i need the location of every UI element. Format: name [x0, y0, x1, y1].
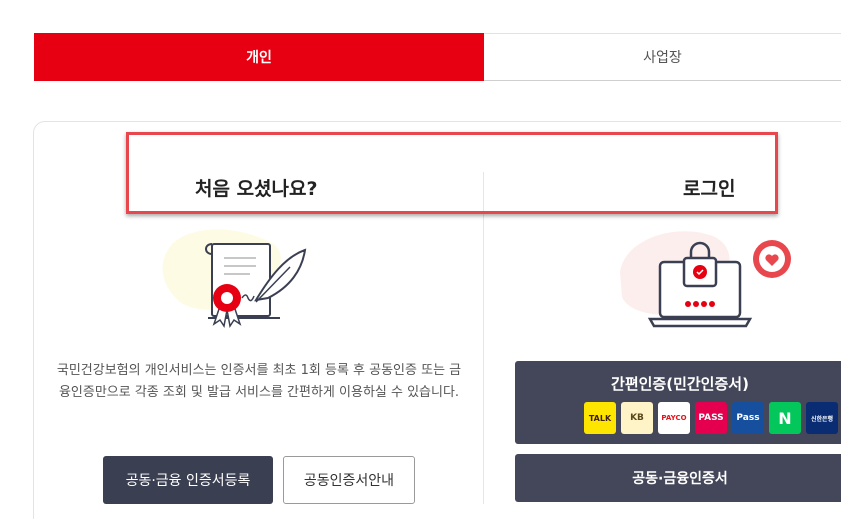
column-divider — [483, 172, 484, 504]
pass-logo: PASS — [695, 402, 727, 434]
simple-auth-label: 간편인증(민간인증서) — [611, 375, 749, 393]
kakao-talk-logo: TALK — [584, 402, 616, 434]
tab-personal[interactable]: 개인 — [34, 33, 484, 81]
tab-business[interactable]: 사업장 — [484, 33, 841, 80]
highlight-annotation-box — [126, 132, 778, 214]
auth-provider-logos: TALK KB PAYCO PASS Pass N 신한은행 — [584, 402, 838, 434]
heart-chat-icon — [753, 240, 791, 278]
pass-carrier-logo: Pass — [732, 402, 764, 434]
member-type-tabs: 개인 사업장 — [34, 33, 841, 81]
personal-service-description: 국민건강보험의 개인서비스는 인증서를 최초 1회 등록 후 공동인증 또는 금… — [56, 363, 462, 400]
kb-bank-logo: KB — [621, 402, 653, 434]
certificate-scroll-icon — [160, 222, 320, 332]
joint-financial-cert-login-button[interactable]: 공동·금융인증서 — [515, 454, 841, 502]
shinhan-bank-logo: 신한은행 — [806, 402, 838, 434]
ribbon-seal-icon — [212, 284, 242, 328]
laptop-lock-icon — [610, 222, 800, 334]
register-certificate-button[interactable]: 공동·금융 인증서등록 — [103, 456, 273, 504]
payco-logo: PAYCO — [658, 402, 690, 434]
simple-auth-button[interactable]: 간편인증(민간인증서) TALK KB PAYCO PASS Pass N 신한… — [515, 361, 841, 444]
naver-logo: N — [769, 402, 801, 434]
certificate-guide-button[interactable]: 공동인증서안내 — [283, 456, 415, 504]
